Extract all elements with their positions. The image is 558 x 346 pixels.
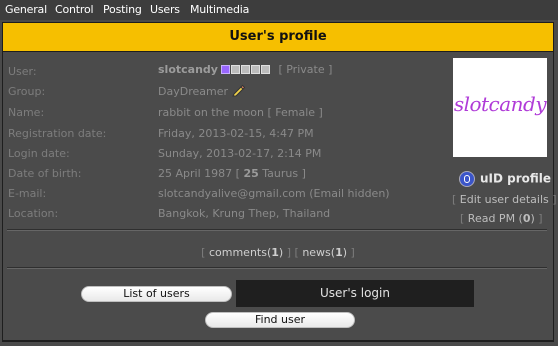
uid-profile-link[interactable]: uID profile [459,171,551,187]
nav-control[interactable]: Control [55,3,94,16]
uid-icon [459,171,475,187]
list-of-users-button[interactable]: List of users [81,286,232,302]
separator: [ [201,246,206,259]
nav-posting[interactable]: Posting [103,3,142,16]
rating-star [260,64,270,74]
rating-star-on [220,64,230,74]
edit-user-details-link[interactable]: [ Edit user details ] [452,193,557,206]
label-group: Group: [8,85,46,98]
label-email: E-mail: [8,187,47,200]
value-location: Bangkok, Krung Thep, Thailand [158,207,331,220]
label-registration: Registration date: [8,127,107,140]
value-email: slotcandyalive@gmail.com (Email hidden) [158,187,390,200]
real-name: rabbit on the moon [158,106,264,119]
top-nav: General Control Posting Users Multimedia [0,0,558,20]
label-name: Name: [8,106,45,119]
bracket: [ [460,212,468,225]
value-registration: Friday, 2013-02-15, 4:47 PM [158,127,314,140]
activity-links: [ comments(1) ] [ news(1) ] [3,246,553,259]
avatar: slotcandy [453,58,547,157]
divider [7,267,547,269]
bracket: [ [452,193,460,206]
label-user: User: [8,65,37,78]
find-user-button[interactable]: Find user [205,312,355,328]
separator: [ [294,246,299,259]
user-login-label: User's login [320,286,390,300]
label-login: Login date: [8,147,70,160]
rating-stars [220,64,271,77]
rating-star [240,64,250,74]
bracket: ] [548,193,557,206]
comments-link[interactable]: comments(1) [209,246,283,259]
news-label: news [302,246,331,259]
separator: ] [350,246,355,259]
dob-date: 25 April 1987 [158,167,233,180]
bracket: ] [534,212,543,225]
panel-title: User's profile [229,29,327,44]
dob-sign: Taurus [262,167,299,180]
user-login-button[interactable]: User's login [236,280,474,307]
nav-users[interactable]: Users [150,3,180,16]
value-dob: 25 April 1987 [ 25 Taurus ] [158,167,306,180]
nav-general[interactable]: General [5,3,47,16]
divider [7,229,547,231]
value-name: rabbit on the moon [ Female ] [158,106,323,119]
profile-panel: User's profile User: slotcandy [ Private… [2,22,557,342]
privacy-tag: [ Private ] [278,63,333,76]
comments-count: 1 [271,246,279,259]
edit-label: Edit user details [459,193,549,206]
comments-label: comments [208,246,267,259]
value-group: DayDreamer [158,84,246,100]
nav-multimedia[interactable]: Multimedia [190,3,249,16]
label-dob: Date of birth: [8,167,82,180]
separator: ] [286,246,292,259]
rating-star [230,64,240,74]
read-pm-count: 0 [522,212,531,225]
dob-age: 25 [243,167,259,180]
label-location: Location: [8,207,59,220]
username: slotcandy [158,63,218,76]
group-name: DayDreamer [158,85,228,98]
avatar-text: slotcandy [453,92,547,116]
uid-label: uID profile [480,171,552,186]
news-link[interactable]: news(1) [302,246,347,259]
read-pm-label: Read PM [467,212,516,225]
value-login: Sunday, 2013-02-17, 2:14 PM [158,147,322,160]
title-bar: User's profile [3,23,553,52]
gender-tag: [ Female ] [267,106,323,119]
news-count: 1 [335,246,343,259]
value-user: slotcandy [ Private ] [158,63,332,77]
pencil-icon [232,84,246,100]
read-pm-link[interactable]: [ Read PM (0) ] [460,212,543,225]
rating-star [250,64,260,74]
